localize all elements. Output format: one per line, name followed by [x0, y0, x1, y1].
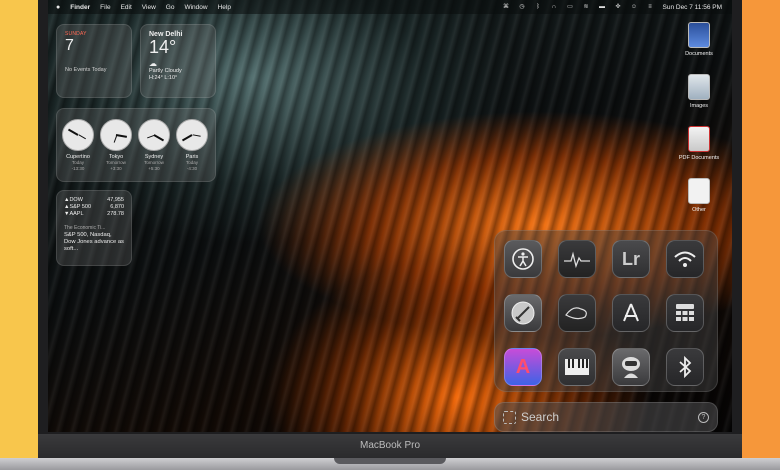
wifi-icon[interactable]: ≋: [583, 4, 590, 10]
menu-go[interactable]: Go: [166, 4, 175, 11]
clock-face-icon: [176, 119, 208, 151]
stock-value: 278.78: [107, 210, 124, 217]
stock-row: ▲S&P 500 6,870: [64, 204, 124, 211]
bluetooth-icon[interactable]: ᛒ: [535, 4, 542, 10]
timer-icon[interactable]: ◷: [519, 4, 526, 10]
arc-browser-app-icon[interactable]: A: [504, 348, 542, 386]
stock-value: 6,870: [110, 203, 124, 210]
battery-icon[interactable]: ▭: [567, 4, 574, 10]
other-stack-icon: [688, 178, 710, 204]
background-left: [0, 0, 40, 470]
clock-sydney: Sydney Tomorrow +5:30: [137, 119, 171, 171]
laptop-notch: [334, 458, 446, 464]
menu-bar: ● Finder File Edit View Go Window Help ⌘…: [48, 0, 732, 14]
clock-face-icon: [138, 119, 170, 151]
clock-paris: Paris Today -4:30: [175, 119, 209, 171]
weather-widget[interactable]: New Delhi 14° ☁ Partly Cloudy H:24° L:10…: [140, 24, 216, 98]
activity-monitor-app-icon[interactable]: [558, 240, 596, 278]
bluetooth-app-icon[interactable]: [666, 348, 704, 386]
clock-tokyo: Tokyo Tomorrow +3:30: [99, 119, 133, 171]
menu-window[interactable]: Window: [184, 4, 207, 11]
stocks-source: The Economic Ti...: [64, 225, 106, 232]
gamepad-icon[interactable]: ✜: [615, 4, 622, 10]
control-center-icon[interactable]: ≡: [647, 4, 654, 10]
stock-row: ▼AAPL 278.78: [64, 211, 124, 218]
calendar-events: No Events Today: [65, 67, 107, 73]
apple-menu-icon[interactable]: ●: [56, 4, 60, 11]
calculator-app-icon[interactable]: [666, 294, 704, 332]
wifi-app-icon[interactable]: [666, 240, 704, 278]
menu-file[interactable]: File: [100, 4, 110, 11]
clock-cupertino: Cupertino Today -13:30: [61, 119, 95, 171]
menu-edit[interactable]: Edit: [121, 4, 132, 11]
desktop-icon-other[interactable]: Other: [674, 178, 724, 213]
disk-cleaner-app-icon[interactable]: [504, 294, 542, 332]
launcher-search-bar[interactable]: Search ?: [494, 402, 718, 432]
clock-face-icon: [100, 119, 132, 151]
stock-symbol: ▲S&P 500: [64, 203, 92, 210]
screen-mirror-icon[interactable]: ⌘: [503, 4, 510, 10]
laptop-brand-label: MacBook Pro: [359, 440, 421, 451]
help-icon[interactable]: ?: [698, 412, 709, 423]
pdf-stack-icon: [688, 126, 710, 152]
clock-offset: +3:30: [110, 165, 122, 171]
desktop-icon-label: Documents: [685, 51, 713, 57]
weather-range: H:24° L:10°: [149, 75, 178, 81]
calendar-date: 7: [65, 37, 74, 54]
app-launcher-panel: Lr A: [494, 230, 718, 392]
weather-condition: Partly Cloudy: [149, 68, 182, 74]
menu-finder[interactable]: Finder: [70, 4, 90, 11]
piano-app-icon[interactable]: [558, 348, 596, 386]
stocks-widget[interactable]: ▲DOW 47,955 ▲S&P 500 6,870 ▼AAPL 278.78 …: [56, 190, 132, 266]
stock-value: 47,955: [107, 197, 124, 203]
lightroom-app-icon[interactable]: Lr: [612, 240, 650, 278]
stock-row: ▲DOW 47,955: [64, 197, 124, 204]
documents-stack-icon: [688, 22, 710, 48]
stock-symbol: ▼AAPL: [64, 210, 84, 217]
desktop-icon-label: Other: [692, 207, 706, 213]
accessibility-app-icon[interactable]: [504, 240, 542, 278]
images-stack-icon: [688, 74, 710, 100]
desktop-icon-images[interactable]: Images: [674, 74, 724, 109]
app-store-icon[interactable]: [612, 294, 650, 332]
freeform-app-icon[interactable]: [558, 294, 596, 332]
menu-help[interactable]: Help: [218, 4, 231, 11]
desktop-icon-label: PDF Documents: [678, 155, 720, 161]
clock-face-icon: [62, 119, 94, 151]
clock-offset: +5:30: [148, 165, 160, 171]
menubar-clock[interactable]: Sun Dec 7 11:56 PM: [663, 4, 723, 11]
desktop-icon-pdf-documents[interactable]: PDF Documents: [674, 126, 724, 161]
desktop-icon-label: Images: [689, 103, 709, 109]
desktop-icon-documents[interactable]: Documents: [674, 22, 724, 57]
weather-temp: 14°: [149, 37, 177, 57]
robot-app-icon[interactable]: [612, 348, 650, 386]
headphones-icon[interactable]: ∩: [551, 4, 558, 10]
world-clock-widget[interactable]: Cupertino Today -13:30 Tokyo Tomorrow +3…: [56, 108, 216, 182]
partly-cloudy-icon: ☁: [149, 59, 157, 68]
search-icon: [503, 411, 516, 424]
background-right: [740, 0, 780, 470]
desktop-screen: ● Finder File Edit View Go Window Help ⌘…: [48, 0, 732, 432]
menu-view[interactable]: View: [142, 4, 156, 11]
search-placeholder: Search: [521, 410, 560, 424]
display-icon[interactable]: ▬: [599, 4, 606, 10]
clock-offset: -4:30: [186, 165, 198, 171]
calendar-widget[interactable]: SUNDAY 7 No Events Today: [56, 24, 132, 98]
user-icon[interactable]: ☺: [631, 4, 638, 10]
stock-symbol: ▲DOW: [64, 197, 83, 203]
clock-offset: -13:30: [71, 165, 85, 171]
stocks-headline: S&P 500, Nasdaq, Dow Jones advance as so…: [64, 232, 124, 253]
